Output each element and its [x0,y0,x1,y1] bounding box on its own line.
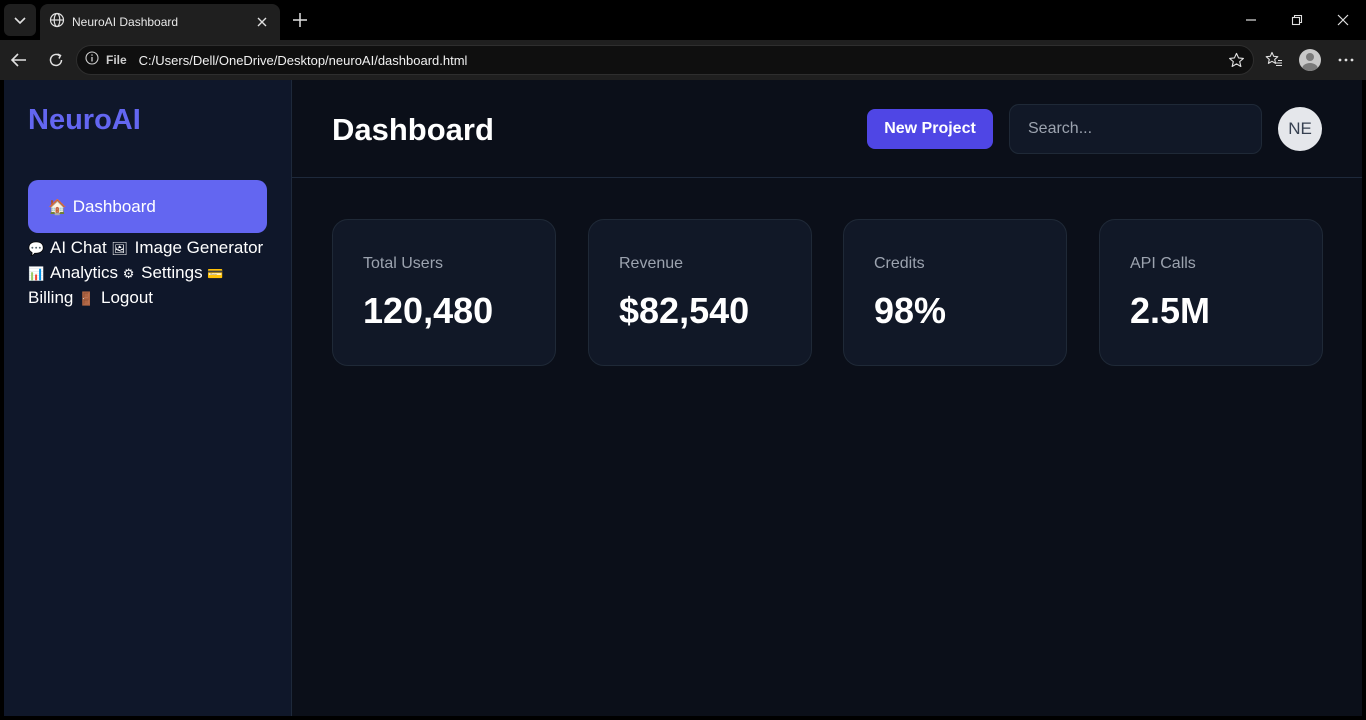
reload-icon[interactable] [42,46,70,74]
stat-card-revenue: Revenue $82,540 [588,219,812,366]
close-window-icon[interactable] [1331,8,1355,32]
main-header: Dashboard New Project NE [292,80,1362,178]
back-arrow-icon[interactable] [5,46,33,74]
stat-card-credits: Credits 98% [843,219,1067,366]
house-icon: 🏠 [48,198,67,216]
stat-label: Revenue [619,255,684,272]
sidebar-item-label: Analytics [49,263,119,282]
tab-list-chevron-icon[interactable] [4,4,36,36]
info-icon[interactable] [85,50,99,70]
browser-tab-bar: NeuroAI Dashboard [0,0,1366,40]
sidebar-item-label: Logout [101,288,154,307]
sidebar-item-dashboard[interactable]: 🏠 Dashboard [28,180,267,233]
new-project-button[interactable]: New Project [867,109,993,149]
sidebar-item-label: Dashboard [72,196,156,216]
framed-picture-icon: 🖼 [111,241,128,256]
stat-value: 2.5M [1130,290,1211,331]
sidebar-item-settings[interactable]: ⚙ Settings [123,263,203,282]
stat-value: $82,540 [619,290,750,331]
profile-avatar-icon[interactable] [1296,46,1324,74]
speech-bubble-icon: 💬 [28,241,45,256]
close-tab-icon[interactable] [250,10,274,34]
stat-card-api-calls: API Calls 2.5M [1099,219,1323,366]
bar-chart-icon: 📊 [28,266,45,281]
url-scheme-label: File [106,53,127,67]
sidebar-item-image-generator[interactable]: 🖼 Image Generator [111,238,263,257]
globe-icon [49,12,65,33]
brand-logo-text[interactable]: NeuroAI [28,104,141,137]
sidebar-item-analytics[interactable]: 📊 Analytics [28,263,118,282]
stat-label: API Calls [1130,255,1196,272]
sidebar-item-logout[interactable]: 🚪 Logout [78,288,153,307]
gear-icon: ⚙ [122,266,135,281]
user-avatar[interactable]: NE [1278,107,1322,151]
sidebar-item-label: AI Chat [49,238,107,257]
new-tab-plus-icon[interactable] [287,7,313,33]
search-input[interactable] [1009,104,1262,154]
credit-card-icon: 💳 [207,266,224,281]
sidebar: NeuroAI 🏠 Dashboard 💬 AI Chat 🖼 Image Ge… [4,80,292,716]
sidebar-item-label: Image Generator [134,238,264,257]
stat-label: Total Users [363,255,444,272]
address-bar[interactable]: File C:/Users/Dell/OneDrive/Desktop/neur… [76,45,1254,75]
door-icon: 🚪 [78,291,95,306]
minimize-icon[interactable] [1239,8,1263,32]
favorites-icon[interactable] [1260,46,1288,74]
restore-icon[interactable] [1285,8,1309,32]
page-viewport: NeuroAI 🏠 Dashboard 💬 AI Chat 🖼 Image Ge… [4,80,1362,716]
sidebar-item-ai-chat[interactable]: 💬 AI Chat [28,238,107,257]
sidebar-nav-links: 💬 AI Chat 🖼 Image Generator 📊 Analytics … [28,236,273,311]
sidebar-item-label: Billing [28,288,74,307]
browser-tab[interactable]: NeuroAI Dashboard [40,4,280,40]
tab-title: NeuroAI Dashboard [72,15,179,29]
page-title: Dashboard [332,112,494,147]
stat-card-total-users: Total Users 120,480 [332,219,556,366]
stat-value: 98% [874,290,947,331]
sidebar-item-label: Settings [141,263,203,282]
favorite-star-icon[interactable] [1225,49,1247,71]
url-text[interactable]: C:/Users/Dell/OneDrive/Desktop/neuroAI/d… [139,53,468,68]
sidebar-item-billing[interactable]: Billing [28,288,73,307]
stat-value: 120,480 [363,290,494,331]
stat-label: Credits [874,255,925,272]
more-menu-icon[interactable] [1332,46,1360,74]
